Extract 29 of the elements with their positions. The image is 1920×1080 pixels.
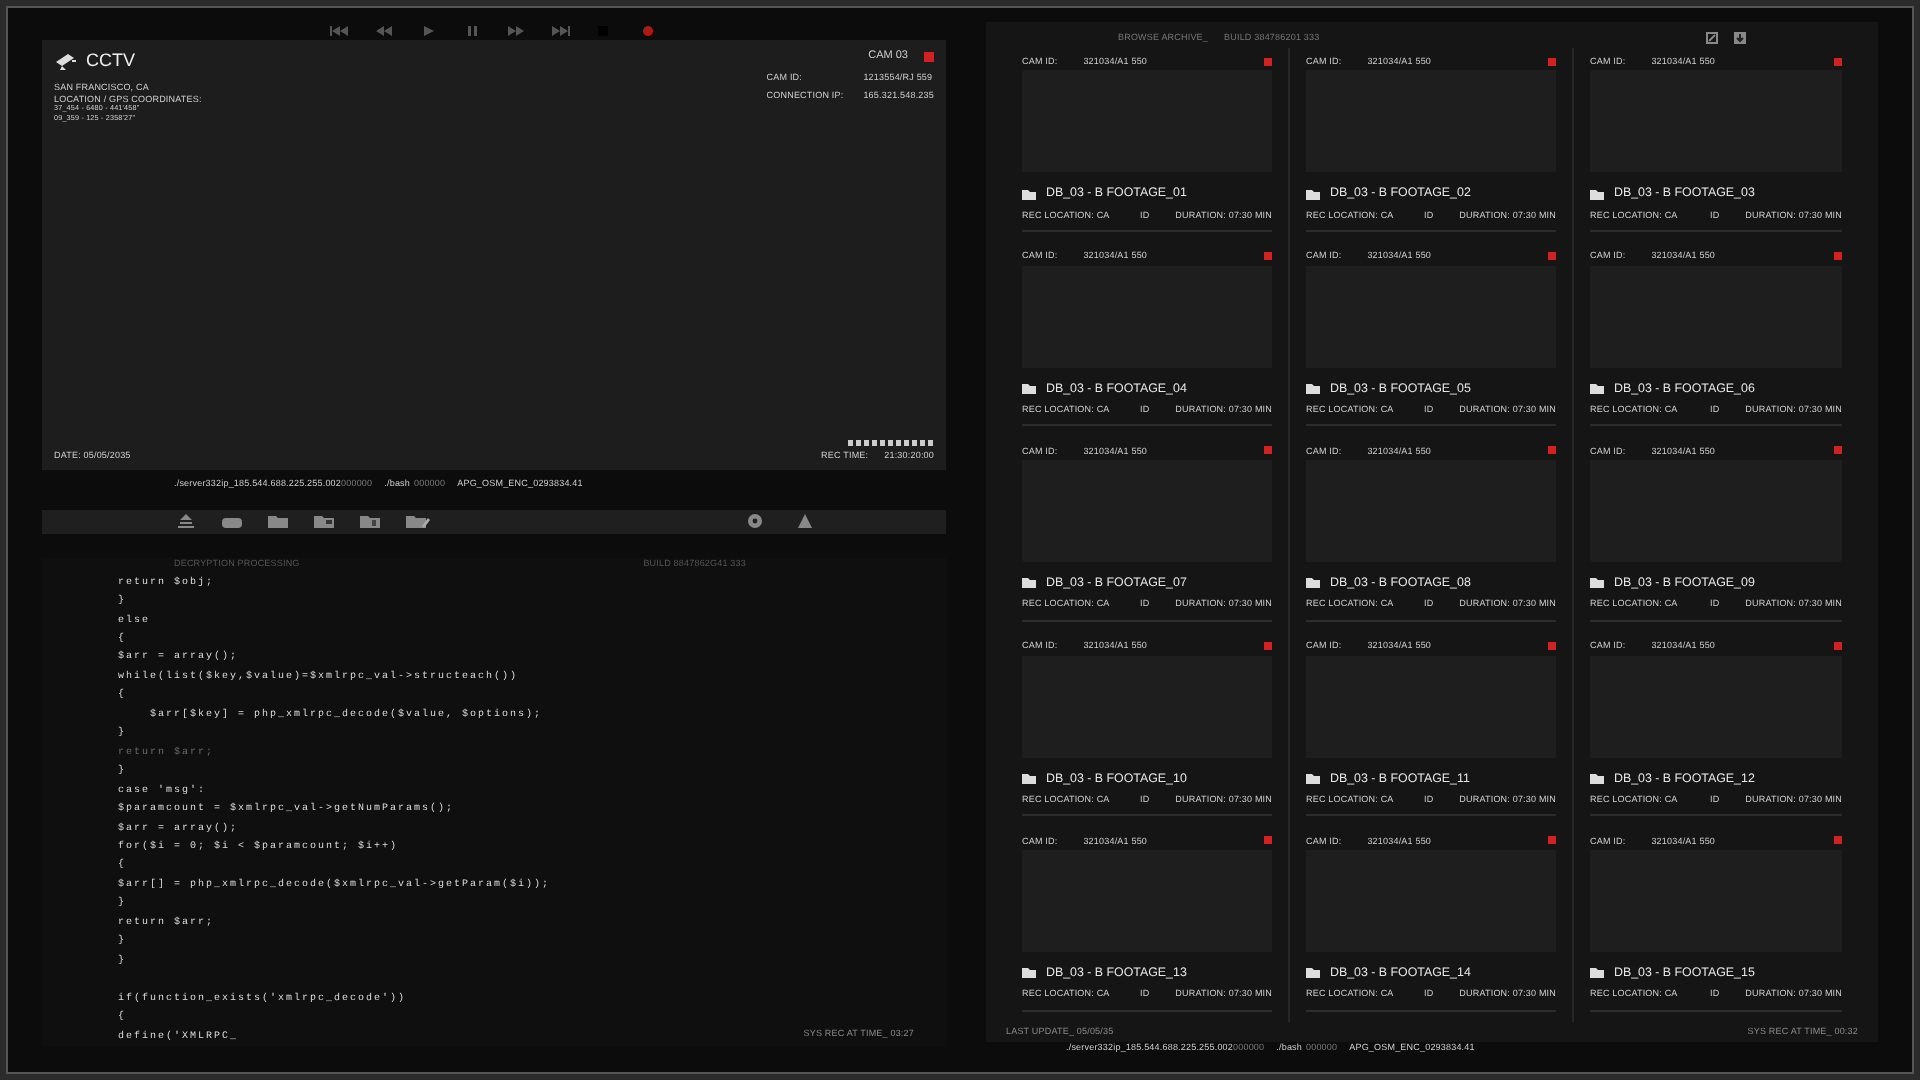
skip-back-icon[interactable] [328, 22, 352, 40]
folder-icon [1590, 773, 1604, 784]
folder-icon [1306, 968, 1320, 979]
folder-icon [1590, 578, 1604, 589]
folder-icon [1590, 968, 1604, 979]
folder-icon [1590, 189, 1604, 200]
app-title: CCTV [86, 48, 135, 74]
folder-icon [1306, 189, 1320, 200]
skip-forward-icon[interactable] [548, 22, 572, 40]
eject-icon[interactable] [796, 512, 814, 531]
folder-icon[interactable] [312, 512, 338, 531]
folder-icon [1022, 968, 1036, 979]
folder-icon[interactable] [358, 512, 384, 531]
folder-icon [1022, 773, 1036, 784]
camera-icon [54, 52, 78, 71]
expand-icon[interactable] [1706, 31, 1718, 43]
folder-icon [1022, 189, 1036, 200]
upload-icon[interactable] [174, 512, 200, 531]
signal-dots-icon [848, 440, 934, 447]
folder-icon [1022, 578, 1036, 589]
folder-icon [1022, 383, 1036, 394]
folder-icon [1306, 773, 1320, 784]
folder-icon [1306, 383, 1320, 394]
download-icon[interactable] [1734, 31, 1746, 43]
folder-icon [1306, 578, 1320, 589]
folder-icon [1590, 383, 1604, 394]
settings-icon[interactable] [746, 512, 764, 531]
folder-icon[interactable] [266, 512, 292, 531]
folder-edit-icon[interactable] [404, 512, 430, 531]
